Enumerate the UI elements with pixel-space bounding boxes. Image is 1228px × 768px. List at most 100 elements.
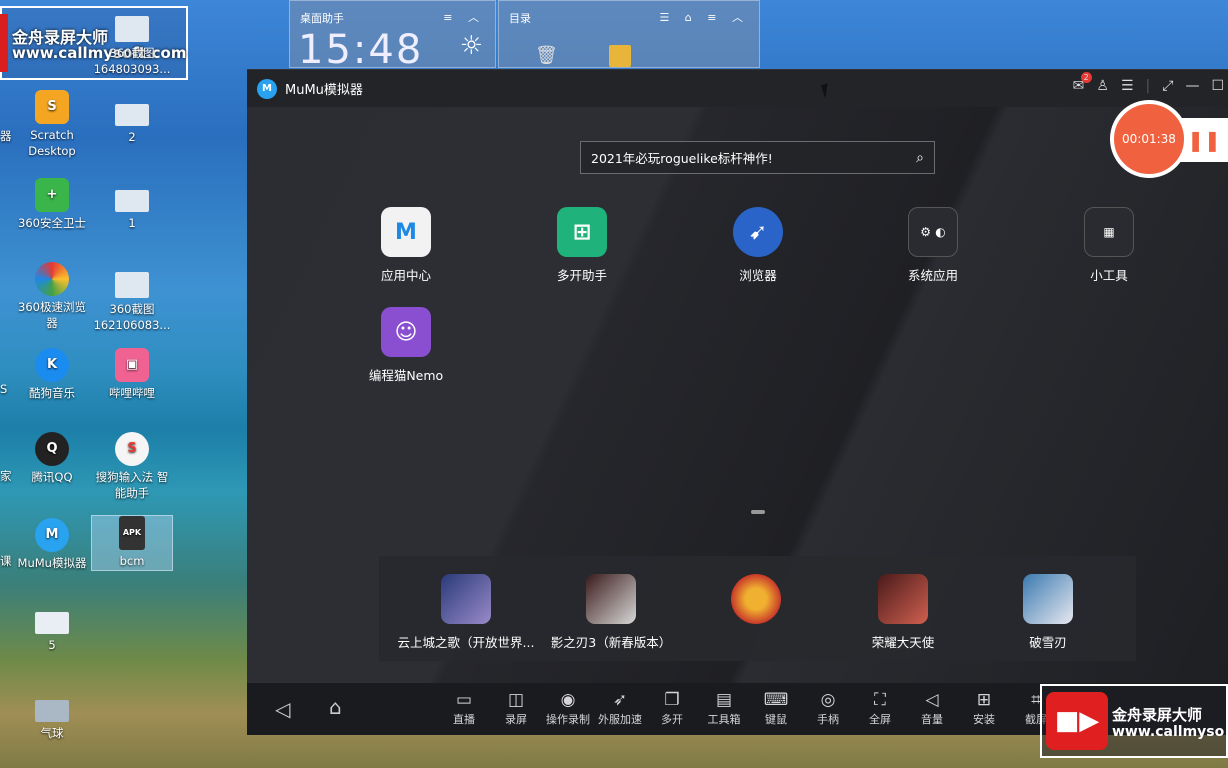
desktop-icon-kugou[interactable]: K 酷狗音乐 <box>10 348 94 401</box>
game-icon <box>586 574 636 624</box>
multi-open-assistant[interactable]: ⊞ 多开助手 <box>527 207 637 284</box>
desktop-icon-1[interactable]: 1 <box>90 190 174 231</box>
desktop-icon-label: 2 <box>128 130 136 144</box>
mail-badge: 2 <box>1080 72 1092 83</box>
desktop-icon-label: 360截图 162106083... <box>93 302 171 332</box>
pin-icon[interactable]: ⤢ <box>1162 78 1173 94</box>
directory-fence[interactable]: 目录 ☰ ⌂ ≡ ︿ 🗑 <box>498 0 760 68</box>
desktop-assistant-fence[interactable]: 桌面助手 ≡ ︿ 15:48 ☼ <box>289 0 496 73</box>
pause-icon: ❚❚ <box>1187 128 1221 152</box>
maximize-icon[interactable]: ☐ <box>1211 78 1224 94</box>
desktop-icon-sogou[interactable]: S 搜狗输入法 智 能助手 <box>90 432 174 501</box>
browser[interactable]: ➹ 浏览器 <box>703 207 813 284</box>
toolbar-toolbox[interactable]: ▤ 工具箱 <box>697 689 751 727</box>
desktop-icon-360-browser[interactable]: 360极速浏览 器 <box>10 262 94 331</box>
toolbar-label: 外服加速 <box>598 713 642 726</box>
toolbar-video-camera[interactable]: ◫ 录屏 <box>489 689 543 727</box>
fence-menu-icon[interactable]: ☰ ⌂ ≡ ︿ <box>659 9 749 25</box>
mumu-titlebar: M MuMu模拟器 ✉ 2 ♙ ☰ | ⤢ — ☐ <box>247 70 1228 107</box>
small-tools[interactable]: ▦ 小工具 <box>1054 207 1164 284</box>
record-action-icon: ◉ <box>560 690 576 710</box>
mumu-icon: M <box>35 518 69 552</box>
toolbar-fullscreen[interactable]: ⛶ 全屏 <box>853 689 907 727</box>
menu-icon[interactable]: ☰ <box>1121 78 1134 94</box>
recycle-bin-icon[interactable]: 🗑 <box>535 45 558 66</box>
search-icon[interactable]: ⌕ <box>916 150 924 166</box>
desktop-icon-bcm[interactable]: APK bcm <box>91 515 173 571</box>
user-icon[interactable]: ♙ <box>1096 78 1109 94</box>
video-camera-icon: ◫ <box>507 690 525 710</box>
desktop-icon-label: 360安全卫士 <box>18 216 86 230</box>
desktop-icon-360-security[interactable]: + 360安全卫士 <box>10 178 94 231</box>
apk-install-icon: ⊞ <box>976 690 992 710</box>
desktop-icon-label: 哔哩哔哩 <box>109 386 155 400</box>
toolbar-tv[interactable]: ▭ 直播 <box>437 689 491 727</box>
desktop-icon-screenshot-1[interactable]: 360截图 164803093... <box>90 16 174 77</box>
dock-game-2[interactable]: 影之刃3（新春版本） <box>536 574 686 651</box>
desktop-icon-label: MuMu模拟器 <box>17 556 87 570</box>
toolbar-gamepad[interactable]: ◎ 手柄 <box>801 689 855 727</box>
desktop-icon-label: 腾讯QQ <box>31 470 73 484</box>
copy-icon: ❐ <box>664 690 680 710</box>
360-security-icon: + <box>35 178 69 212</box>
dock-label: 荣耀大天使 <box>871 635 935 650</box>
desktop-icon-5[interactable]: 5 <box>10 612 94 653</box>
search-input[interactable]: 2021年必玩roguelike标杆神作! ⌕ <box>580 141 935 174</box>
toolbar-keyboard[interactable]: ⌨ 键鼠 <box>749 689 803 727</box>
page-indicator <box>751 510 765 514</box>
divider: | <box>1145 78 1151 94</box>
toolbar-label: 录屏 <box>505 713 527 726</box>
folder-icon[interactable] <box>609 45 631 67</box>
toolbar-rocket[interactable]: ➶ 外服加速 <box>593 689 647 727</box>
desktop-icon-2[interactable]: 2 <box>90 104 174 145</box>
kugou-icon: K <box>35 348 69 382</box>
desktop-icon-label: bcm <box>119 554 145 568</box>
app-label: 多开助手 <box>556 268 607 283</box>
screenshot-file-icon <box>115 16 149 42</box>
dock-game-1[interactable]: 云上城之歌（开放世界... <box>391 574 541 651</box>
dock-label: 影之刃3（新春版本） <box>550 635 672 650</box>
home-icon[interactable]: ⌂ <box>329 695 342 719</box>
desktop-icon-scratch[interactable]: S Scratch Desktop <box>10 90 94 159</box>
back-icon[interactable]: ◁ <box>275 697 290 721</box>
watermark-title: 金舟录屏大师 <box>1112 706 1203 724</box>
minimize-icon[interactable]: — <box>1185 78 1199 94</box>
toolbar-apk-install[interactable]: ⊞ 安装 <box>957 689 1011 727</box>
clipped-label: 课 <box>0 554 12 568</box>
app-label: 编程猫Nemo <box>368 368 444 383</box>
scratch-icon: S <box>35 90 69 124</box>
mumu-logo-icon: M <box>257 78 277 99</box>
desktop-icon-balloon[interactable]: 气球 <box>10 700 94 741</box>
dock-game-5[interactable]: 破雪刃 <box>973 574 1123 651</box>
toolbar-label: 音量 <box>921 713 943 726</box>
system-apps[interactable]: ⚙ ◐ 系统应用 <box>878 207 988 284</box>
multi-open-icon: ⊞ <box>557 207 607 257</box>
screenshot-file-icon <box>115 272 149 298</box>
nemo-icon: ☺ <box>381 307 431 357</box>
toolbar-label: 安装 <box>973 713 995 726</box>
watermark-logo-bar <box>0 14 8 72</box>
mail-icon[interactable]: ✉ 2 <box>1073 72 1092 94</box>
android-home-screen: 2021年必玩roguelike标杆神作! ⌕ M 应用中心 ⊞ 多开助手 ➹ … <box>247 107 1228 683</box>
desktop-icon-screenshot-2[interactable]: 360截图 162106083... <box>90 272 174 333</box>
dock-game-4[interactable]: 荣耀大天使 <box>828 574 978 651</box>
nemo[interactable]: ☺ 编程猫Nemo <box>351 307 461 384</box>
toolbar-record-action[interactable]: ◉ 操作录制 <box>541 689 595 727</box>
window-title: MuMu模拟器 <box>285 83 363 98</box>
dock-label: 云上城之歌（开放世界... <box>397 635 535 650</box>
ox-mascot-icon <box>731 574 781 624</box>
desktop-icon-bilibili[interactable]: ▣ 哔哩哔哩 <box>90 348 174 401</box>
qq-icon: Q <box>35 432 69 466</box>
recording-timer[interactable]: 00:01:38 <box>1110 100 1188 178</box>
image-file-icon <box>115 190 149 212</box>
desktop-icon-mumu[interactable]: M MuMu模拟器 <box>10 518 94 571</box>
sun-icon: ☼ <box>459 31 483 61</box>
video-camera-logo-icon: ■▶ <box>1046 692 1108 750</box>
dock-new-year-ox[interactable] <box>681 574 831 632</box>
fence-menu-icon[interactable]: ≡ ︿ <box>443 9 485 25</box>
apk-icon: APK <box>119 516 145 550</box>
desktop-icon-qq[interactable]: Q 腾讯QQ <box>10 432 94 485</box>
app-center[interactable]: M 应用中心 <box>351 207 461 284</box>
toolbar-mute[interactable]: ◁ 音量 <box>905 689 959 727</box>
toolbar-copy[interactable]: ❐ 多开 <box>645 689 699 727</box>
